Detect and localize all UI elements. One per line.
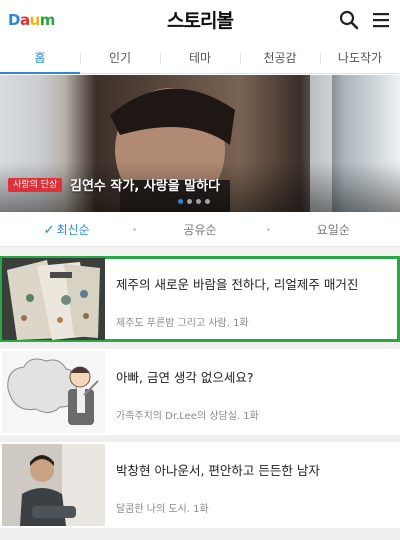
featured-banner[interactable]: 사랑의 단상 김연수 작가, 사랑을 말하다: [0, 75, 400, 212]
item-title: 아빠, 금연 생각 없으세요?: [116, 370, 254, 385]
menu-button[interactable]: [370, 9, 392, 31]
magazine-cover-image: [2, 258, 105, 340]
sort-shared-label: 공유순: [183, 223, 217, 237]
sort-latest-label: 최신순: [56, 223, 90, 237]
tab-home[interactable]: 홈: [0, 44, 80, 74]
list-item[interactable]: 박창현 아나운서, 편안하고 든든한 남자 달콤한 나의 도시. 1화: [0, 442, 400, 528]
list-divider: [0, 435, 400, 442]
item-meta: 제주도 푸른밤 그리고 사람. 1화: [116, 318, 249, 329]
tab-recommend[interactable]: 천공감: [240, 44, 320, 73]
app-header: D a u m 스토리볼: [0, 0, 400, 40]
portrait-thumbnail: [2, 444, 105, 526]
sort-weekday-label: 요일순: [316, 223, 350, 237]
tab-popular[interactable]: 인기: [80, 44, 160, 73]
item-meta: 가족주치의 Dr.Lee의 상담실. 1화: [116, 411, 259, 422]
search-icon: [339, 10, 359, 30]
category-tabs: 홈 인기 테마 천공감 나도작가: [0, 44, 400, 74]
banner-pagination: [178, 199, 210, 204]
banner-tag-badge: 사랑의 단상: [8, 178, 63, 192]
announcer-portrait-image: [2, 444, 105, 526]
list-item[interactable]: 제주의 새로운 바람을 전하다, 리얼제주 매거진 제주도 푸른밤 그리고 사람…: [0, 256, 400, 342]
item-title: 박창현 아나운서, 편안하고 든든한 남자: [116, 463, 320, 478]
list-divider: [0, 528, 400, 540]
item-meta: 달콤한 나의 도시. 1화: [116, 504, 209, 515]
item-title: 제주의 새로운 바람을 전하다, 리얼제주 매거진: [116, 277, 359, 292]
sort-bar: ✓ 최신순 공유순 요일순: [0, 216, 400, 244]
banner-dot[interactable]: [178, 199, 183, 204]
sort-shared[interactable]: 공유순: [133, 216, 266, 244]
banner-dot[interactable]: [187, 199, 192, 204]
hamburger-menu-icon: [373, 13, 389, 28]
tab-me-author[interactable]: 나도작가: [320, 44, 400, 73]
tab-theme[interactable]: 테마: [160, 44, 240, 73]
check-icon: ✓: [43, 223, 55, 238]
banner-dot[interactable]: [205, 199, 210, 204]
sort-latest[interactable]: ✓ 최신순: [0, 216, 133, 244]
list-divider: [0, 342, 400, 349]
magazine-thumbnail: [2, 258, 105, 340]
banner-dot[interactable]: [196, 199, 201, 204]
banner-caption: 김연수 작가, 사랑을 말하다: [70, 179, 221, 194]
cartoon-thumbnail: [2, 351, 105, 433]
search-button[interactable]: [338, 9, 360, 31]
section-divider: [0, 246, 400, 256]
list-item[interactable]: 아빠, 금연 생각 없으세요? 가족주치의 Dr.Lee의 상담실. 1화: [0, 349, 400, 435]
sort-weekday[interactable]: 요일순: [266, 216, 400, 244]
cartoon-doctor-image: [2, 351, 105, 433]
